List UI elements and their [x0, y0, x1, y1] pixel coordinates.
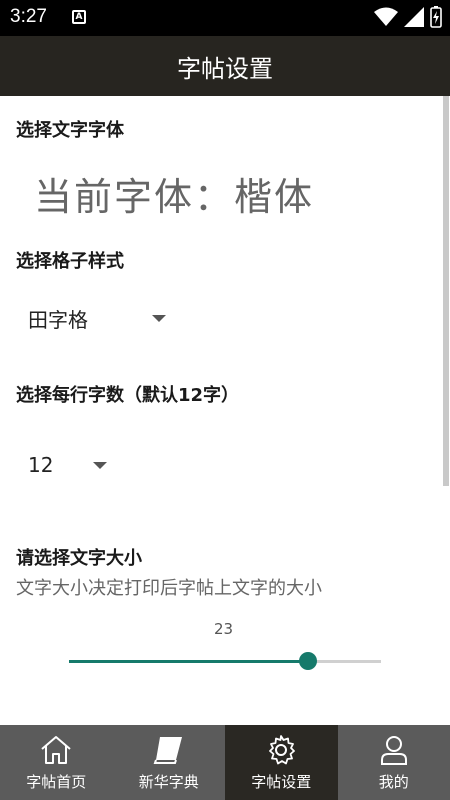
wifi-icon	[374, 7, 398, 26]
notification-a-icon: A	[72, 10, 86, 24]
home-icon	[41, 735, 71, 764]
size-section-title: 请选择文字大小	[16, 548, 142, 569]
slider-fill	[69, 660, 308, 663]
signal-icon	[404, 7, 424, 27]
current-font-label[interactable]: 当前字体：楷体	[34, 166, 314, 221]
app-bar: 字帖设置	[0, 36, 450, 96]
status-bar: 3:27 A	[0, 0, 450, 36]
gear-icon	[269, 734, 296, 764]
dropdown-arrow-icon	[152, 315, 166, 322]
font-section-title: 选择文字字体	[16, 120, 124, 141]
nav-item-home[interactable]: 字帖首页	[0, 725, 113, 800]
book-icon	[153, 736, 182, 764]
slider-value: 23	[214, 620, 234, 638]
grid-section-title: 选择格子样式	[16, 251, 124, 272]
person-icon	[380, 735, 407, 765]
bottom-nav: 字帖首页 新华字典 字帖设置 我的	[0, 725, 450, 800]
settings-content[interactable]: 选择文字字体 当前字体：楷体 选择格子样式 田字格 选择每行字数（默认12字） …	[0, 96, 450, 725]
battery-icon	[430, 6, 442, 28]
nav-label: 字帖首页	[26, 772, 87, 791]
slider-thumb[interactable]	[298, 652, 317, 670]
dropdown-arrow-icon	[93, 461, 108, 469]
nav-label: 字帖设置	[251, 772, 312, 791]
nav-item-settings[interactable]: 字帖设置	[225, 725, 338, 800]
scrollbar[interactable]	[443, 96, 449, 486]
status-time: 3:27	[10, 6, 47, 27]
grid-style-value: 田字格	[28, 308, 88, 332]
per-row-spinner[interactable]: 12	[28, 453, 108, 477]
nav-item-profile[interactable]: 我的	[338, 725, 450, 800]
grid-style-spinner[interactable]: 田字格	[28, 304, 166, 333]
nav-label: 我的	[378, 772, 409, 791]
per-row-value: 12	[28, 453, 54, 477]
nav-label: 新华字典	[138, 772, 199, 791]
font-size-slider[interactable]	[69, 652, 381, 670]
status-icons	[374, 6, 442, 28]
per-row-section-title: 选择每行字数（默认12字）	[16, 385, 240, 406]
page-title: 字帖设置	[177, 54, 273, 83]
size-description: 文字大小决定打印后字帖上文字的大小	[16, 578, 322, 599]
nav-item-dictionary[interactable]: 新华字典	[113, 725, 226, 800]
